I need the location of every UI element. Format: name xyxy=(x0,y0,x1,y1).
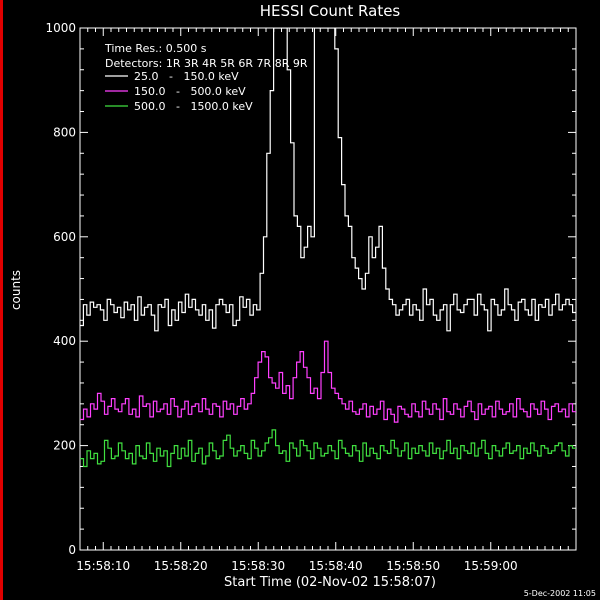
count-rate-chart: HESSI Count Rates 0 200 400 600 800 1000 15:5… xyxy=(9,2,596,598)
x-tick-label: 15:58:30 xyxy=(231,559,285,573)
y-tick-label: 1000 xyxy=(45,21,76,35)
series-line-2 xyxy=(80,340,576,423)
legend-label: 25.0 - 150.0 keV xyxy=(134,70,239,83)
y-tick-label: 600 xyxy=(53,230,76,244)
x-axis-label: Start Time (02-Nov-02 15:58:07) xyxy=(224,575,436,590)
y-tick-label: 0 xyxy=(68,543,76,557)
legend-detectors: Detectors: 1R 3R 4R 5R 6R 7R 8R 9R xyxy=(105,57,308,70)
x-tick-label: 15:58:40 xyxy=(309,559,363,573)
x-tick-label: 15:58:20 xyxy=(154,559,208,573)
footer-timestamp: 5-Dec-2002 11:05 xyxy=(524,589,596,598)
legend: Time Res.: 0.500 s Detectors: 1R 3R 4R 5… xyxy=(104,42,308,113)
legend-label: 500.0 - 1500.0 keV xyxy=(134,100,253,113)
x-tick-label: 15:58:10 xyxy=(76,559,130,573)
y-axis-label: counts xyxy=(9,270,23,310)
y-tick-label: 800 xyxy=(53,125,76,139)
legend-label: 150.0 - 500.0 keV xyxy=(134,85,246,98)
series-line-3 xyxy=(80,429,576,468)
x-tick-label: 15:58:50 xyxy=(386,559,440,573)
y-axis: 0 200 400 600 800 1000 xyxy=(45,21,576,557)
x-tick-label: 15:59:00 xyxy=(464,559,518,573)
legend-time-resolution: Time Res.: 0.500 s xyxy=(104,42,207,55)
y-tick-label: 400 xyxy=(53,334,76,348)
chart-title: HESSI Count Rates xyxy=(260,2,401,20)
y-tick-label: 200 xyxy=(53,439,76,453)
